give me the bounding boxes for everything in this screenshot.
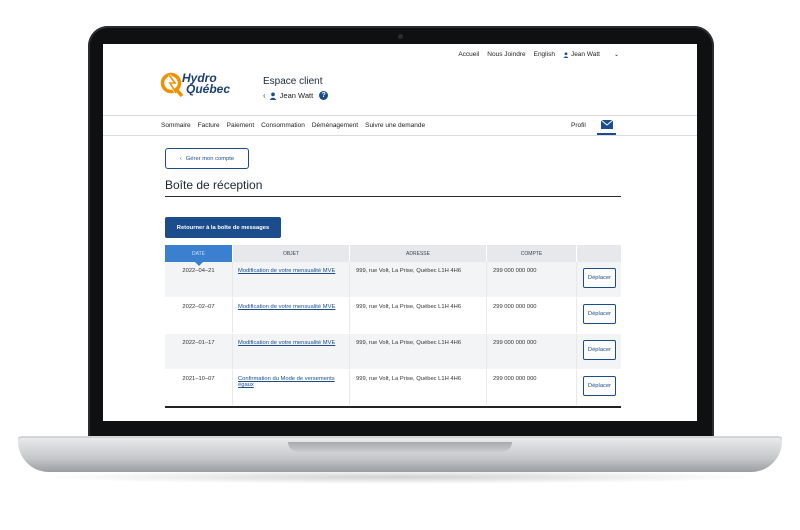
cell-action: Déplacer <box>577 334 621 369</box>
envelope-icon <box>600 120 613 129</box>
link-accueil[interactable]: Accueil <box>458 51 479 58</box>
laptop-notch <box>288 442 512 452</box>
account-holder-name: Jean Watt <box>279 91 314 100</box>
user-menu[interactable]: Jean Watt ⌄ <box>563 51 619 58</box>
nav-item-profil[interactable]: Profil <box>571 122 586 129</box>
move-button[interactable]: Déplacer <box>583 304 616 324</box>
manage-account-label: Gérer mon compte <box>185 155 235 162</box>
nav-item-sommaire[interactable]: Sommaire <box>161 122 191 129</box>
table-bottom-rule <box>165 406 621 408</box>
main-nav-items: Sommaire Facture Paiement Consommation D… <box>161 122 425 129</box>
nav-item-consommation[interactable]: Consommation <box>261 122 305 129</box>
laptop-mockup: Accueil Nous Joindre English Jean Watt ⌄… <box>0 0 800 530</box>
message-link[interactable]: Modification de votre mensualité MVE <box>238 340 335 346</box>
mailbox-tab[interactable] <box>597 116 616 135</box>
chevron-left-icon: ‹ <box>179 155 182 162</box>
cell-date: 2022–01–17 <box>165 334 233 369</box>
cell-subject: Modification de votre mensualité MVE <box>233 298 350 333</box>
logo-q-icon <box>160 72 184 97</box>
cell-account: 299 000 000 000 <box>487 370 577 405</box>
column-header-compte[interactable]: COMPTE <box>487 245 577 262</box>
table-body: 2022–04–21 Modification de votre mensual… <box>165 262 621 406</box>
utility-nav: Accueil Nous Joindre English Jean Watt ⌄ <box>458 51 619 58</box>
table-row: 2022–04–21 Modification de votre mensual… <box>165 262 621 298</box>
cell-account: 299 000 000 000 <box>487 334 577 369</box>
browser-screen: Accueil Nous Joindre English Jean Watt ⌄… <box>103 44 697 421</box>
table-header: DATE OBJET ADRESSE COMPTE <box>165 245 621 266</box>
cell-address: 999, rue Volt, La Prise, Québec L1H 4H6 <box>350 298 487 333</box>
camera-dot <box>398 34 403 39</box>
message-link[interactable]: Confirmation du Mode de versements égaux <box>238 376 335 388</box>
column-header-adresse[interactable]: ADRESSE <box>350 245 487 262</box>
cell-address: 999, rue Volt, La Prise, Québec L1H 4H6 <box>350 370 487 405</box>
cell-action: Déplacer <box>577 370 621 405</box>
chevron-down-icon: ⌄ <box>613 52 619 58</box>
cell-date: 2022–02–07 <box>165 298 233 333</box>
link-english[interactable]: English <box>534 51 555 58</box>
cell-date: 2021–10–07 <box>165 370 233 405</box>
cell-account: 299 000 000 000 <box>487 262 577 297</box>
table-row: 2022–02–07 Modification de votre mensual… <box>165 298 621 334</box>
hydro-quebec-logo[interactable]: Hydro Québec <box>160 71 230 97</box>
cell-subject: Confirmation du Mode de versements égaux <box>233 370 350 405</box>
move-button[interactable]: Déplacer <box>583 268 616 288</box>
nav-item-demenagement[interactable]: Déménagement <box>312 122 358 129</box>
move-button[interactable]: Déplacer <box>583 340 616 360</box>
page-title: Boîte de réception <box>165 178 263 192</box>
cell-address: 999, rue Volt, La Prise, Québec L1H 4H6 <box>350 334 487 369</box>
main-nav: Sommaire Facture Paiement Consommation D… <box>103 115 697 136</box>
column-header-objet[interactable]: OBJET <box>233 245 350 262</box>
cell-address: 999, rue Volt, La Prise, Québec L1H 4H6 <box>350 262 487 297</box>
cell-account: 299 000 000 000 <box>487 298 577 333</box>
user-icon <box>563 51 569 58</box>
nav-item-facture[interactable]: Facture <box>198 122 220 129</box>
table-row: 2021–10–07 Confirmation du Mode de verse… <box>165 370 621 406</box>
espace-client-title: Espace client <box>263 76 323 87</box>
back-to-inbox-button[interactable]: Retourner à la boîte de messages <box>165 217 281 238</box>
user-menu-name: Jean Watt <box>570 51 600 58</box>
link-nous-joindre[interactable]: Nous Joindre <box>487 51 525 58</box>
account-switcher[interactable]: ‹ Jean Watt ? <box>263 91 329 100</box>
chevron-left-icon[interactable]: ‹ <box>263 91 266 100</box>
logo-wordmark: Hydro Québec <box>182 71 231 96</box>
nav-item-suivre-demande[interactable]: Suivre une demande <box>365 122 425 129</box>
nav-item-paiement[interactable]: Paiement <box>227 122 254 129</box>
messages-table: DATE OBJET ADRESSE COMPTE 2022–04–21 Mod… <box>165 245 621 408</box>
title-divider <box>165 196 621 197</box>
cell-action: Déplacer <box>577 262 621 297</box>
cell-subject: Modification de votre mensualité MVE <box>233 334 350 369</box>
column-header-date[interactable]: DATE <box>165 245 233 266</box>
espace-client-header: Espace client ‹ Jean Watt ? <box>263 76 329 100</box>
cell-action: Déplacer <box>577 298 621 333</box>
help-icon[interactable]: ? <box>319 91 329 100</box>
table-row: 2022–01–17 Modification de votre mensual… <box>165 334 621 370</box>
cell-subject: Modification de votre mensualité MVE <box>233 262 350 297</box>
user-icon <box>269 92 277 100</box>
column-header-actions <box>577 245 621 262</box>
manage-account-button[interactable]: ‹ Gérer mon compte <box>165 148 249 169</box>
cell-date: 2022–04–21 <box>165 262 233 297</box>
move-button[interactable]: Déplacer <box>583 376 616 396</box>
laptop-shadow <box>40 470 760 484</box>
message-link[interactable]: Modification de votre mensualité MVE <box>238 304 335 310</box>
message-link[interactable]: Modification de votre mensualité MVE <box>238 268 335 274</box>
